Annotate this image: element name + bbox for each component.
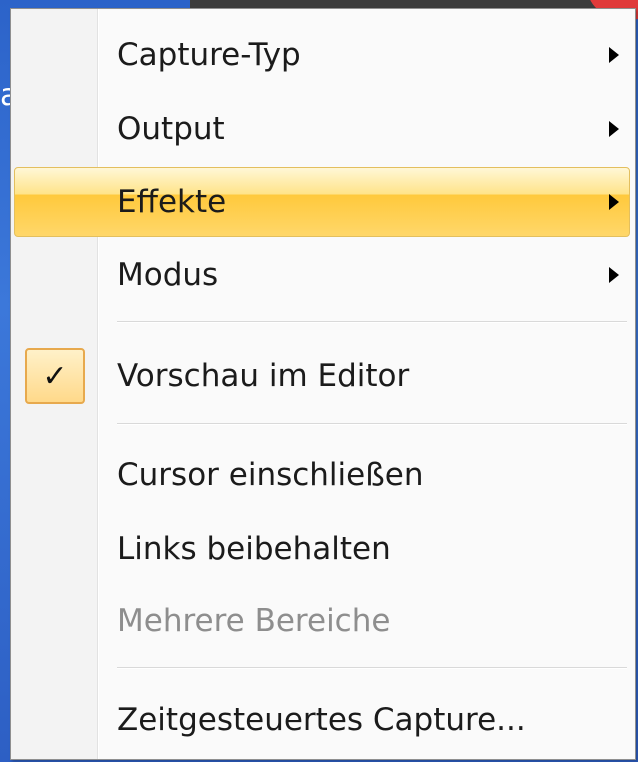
menu-item-label: Modus: [117, 257, 219, 293]
menu-item-zeitgesteuertes-capture[interactable]: Zeitgesteuertes Capture...: [13, 686, 631, 754]
menu-item-cursor-einschliessen[interactable]: Cursor einschließen: [13, 441, 631, 509]
menu-item-modus[interactable]: Modus: [13, 241, 631, 309]
check-indicator: ✓: [25, 348, 85, 404]
menu-item-label: Effekte: [117, 184, 227, 220]
submenu-arrow-icon: [609, 194, 619, 210]
checkmark-icon: ✓: [42, 358, 68, 394]
menu-item-label: Output: [117, 111, 225, 147]
submenu-arrow-icon: [609, 47, 619, 63]
menu-item-label: Links beibehalten: [117, 531, 391, 567]
menu-item-label: Mehrere Bereiche: [117, 603, 391, 639]
menu-item-label: Capture-Typ: [117, 37, 301, 73]
menu-item-label: Cursor einschließen: [117, 457, 424, 493]
menu-item-label: Zeitgesteuertes Capture...: [117, 702, 526, 738]
context-menu: Capture-Typ Output Effekte Modus ✓ Vorsc…: [10, 8, 636, 760]
menu-separator: [117, 423, 627, 425]
menu-item-mehrere-bereiche: Mehrere Bereiche: [13, 587, 631, 655]
menu-item-effekte[interactable]: Effekte: [14, 167, 630, 237]
menu-item-label: Vorschau im Editor: [117, 358, 410, 394]
menu-separator: [117, 321, 627, 323]
menu-item-capture-typ[interactable]: Capture-Typ: [13, 21, 631, 89]
submenu-arrow-icon: [609, 121, 619, 137]
menu-separator: [117, 667, 627, 669]
menu-item-links-beibehalten[interactable]: Links beibehalten: [13, 515, 631, 583]
menu-item-output[interactable]: Output: [13, 95, 631, 163]
menu-item-vorschau-im-editor[interactable]: ✓ Vorschau im Editor: [13, 342, 631, 410]
submenu-arrow-icon: [609, 267, 619, 283]
